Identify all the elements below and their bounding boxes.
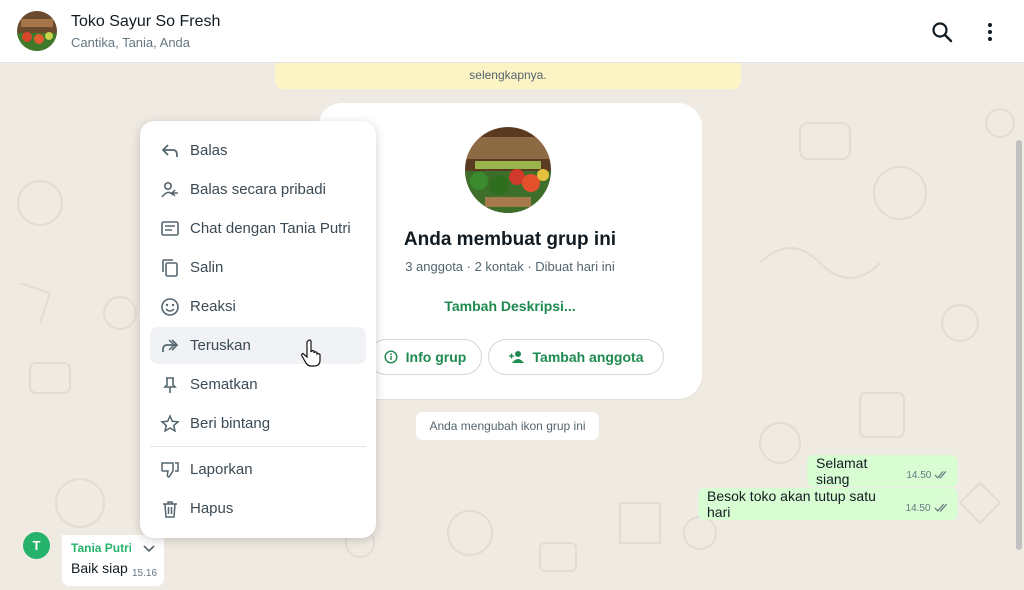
message-text: Baik siap bbox=[71, 560, 128, 576]
incoming-message[interactable]: Tania Putri Baik siap 15.16 bbox=[62, 535, 164, 586]
menu-item-label: Sematkan bbox=[190, 376, 258, 393]
chat-members[interactable]: Cantika, Tania, Anda bbox=[71, 35, 190, 50]
message-context-menu: Balas Balas secara pribadi Chat dengan T… bbox=[140, 121, 376, 538]
group-info-label: Info grup bbox=[405, 349, 467, 365]
menu-item-delete[interactable]: Hapus bbox=[150, 490, 366, 527]
sender-name[interactable]: Tania Putri bbox=[71, 541, 131, 555]
menu-item-reply-private[interactable]: Balas secara pribadi bbox=[150, 171, 366, 208]
hand-cursor-icon bbox=[301, 339, 321, 367]
menu-item-label: Beri bintang bbox=[190, 415, 271, 432]
chat-header: Toko Sayur So Fresh Cantika, Tania, Anda bbox=[0, 0, 1024, 63]
group-avatar[interactable] bbox=[17, 11, 57, 51]
chat-title[interactable]: Toko Sayur So Fresh bbox=[71, 13, 220, 31]
menu-item-label: Reaksi bbox=[190, 298, 236, 315]
menu-divider bbox=[150, 446, 366, 447]
thumbs-down-icon bbox=[159, 459, 181, 481]
message-time: 14.50 bbox=[906, 469, 932, 481]
star-icon bbox=[159, 413, 181, 435]
menu-item-star[interactable]: Beri bintang bbox=[150, 405, 366, 442]
banner-text: selengkapnya. bbox=[469, 68, 547, 82]
trash-icon bbox=[159, 498, 181, 520]
menu-item-label: Teruskan bbox=[190, 337, 251, 354]
add-person-icon bbox=[508, 351, 524, 363]
info-icon bbox=[384, 350, 398, 364]
message-icon bbox=[159, 218, 181, 240]
message-time: 15.16 bbox=[132, 568, 158, 579]
menu-item-report[interactable]: Laporkan bbox=[150, 451, 366, 488]
double-check-icon bbox=[934, 470, 947, 479]
outgoing-message[interactable]: Selamat siang 14.50 bbox=[807, 455, 958, 487]
menu-item-label: Balas secara pribadi bbox=[190, 181, 326, 198]
chevron-down-icon[interactable] bbox=[142, 541, 156, 555]
menu-item-label: Hapus bbox=[190, 500, 234, 517]
add-member-button[interactable]: Tambah anggota bbox=[488, 339, 664, 375]
menu-item-react[interactable]: Reaksi bbox=[150, 288, 366, 325]
reply-icon bbox=[159, 140, 181, 162]
vegetable-shop-image bbox=[465, 127, 551, 213]
menu-item-reply[interactable]: Balas bbox=[150, 132, 366, 169]
outgoing-message[interactable]: Besok toko akan tutup satu hari 14.50 bbox=[698, 488, 958, 520]
menu-item-chat-with[interactable]: Chat dengan Tania Putri bbox=[150, 210, 366, 247]
message-time: 14.50 bbox=[905, 502, 931, 514]
menu-item-label: Chat dengan Tania Putri bbox=[190, 220, 351, 237]
menu-item-copy[interactable]: Salin bbox=[150, 249, 366, 286]
group-info-button[interactable]: Info grup bbox=[368, 339, 482, 375]
message-text: Selamat siang bbox=[816, 455, 868, 487]
menu-item-pin[interactable]: Sematkan bbox=[150, 366, 366, 403]
menu-item-forward[interactable]: Teruskan bbox=[150, 327, 366, 364]
group-photo[interactable] bbox=[465, 127, 551, 213]
more-vertical-icon[interactable] bbox=[978, 20, 1002, 44]
menu-item-label: Salin bbox=[190, 259, 224, 276]
message-text: Besok toko akan tutup satu hari bbox=[707, 488, 876, 520]
search-icon[interactable] bbox=[930, 20, 954, 44]
chat-scrollbar[interactable] bbox=[1016, 140, 1022, 550]
emoji-icon bbox=[159, 296, 181, 318]
menu-item-label: Laporkan bbox=[190, 461, 253, 478]
pin-icon bbox=[159, 374, 181, 396]
menu-item-label: Balas bbox=[190, 142, 228, 159]
reply-private-icon bbox=[159, 179, 181, 201]
vegetable-shop-image bbox=[17, 11, 57, 51]
double-check-icon bbox=[934, 503, 947, 512]
info-banner[interactable]: selengkapnya. bbox=[275, 63, 741, 89]
system-message: Anda mengubah ikon grup ini bbox=[416, 412, 599, 440]
add-member-label: Tambah anggota bbox=[532, 349, 644, 365]
copy-icon bbox=[159, 257, 181, 279]
sender-avatar[interactable]: T bbox=[23, 532, 50, 559]
forward-icon bbox=[159, 335, 181, 357]
